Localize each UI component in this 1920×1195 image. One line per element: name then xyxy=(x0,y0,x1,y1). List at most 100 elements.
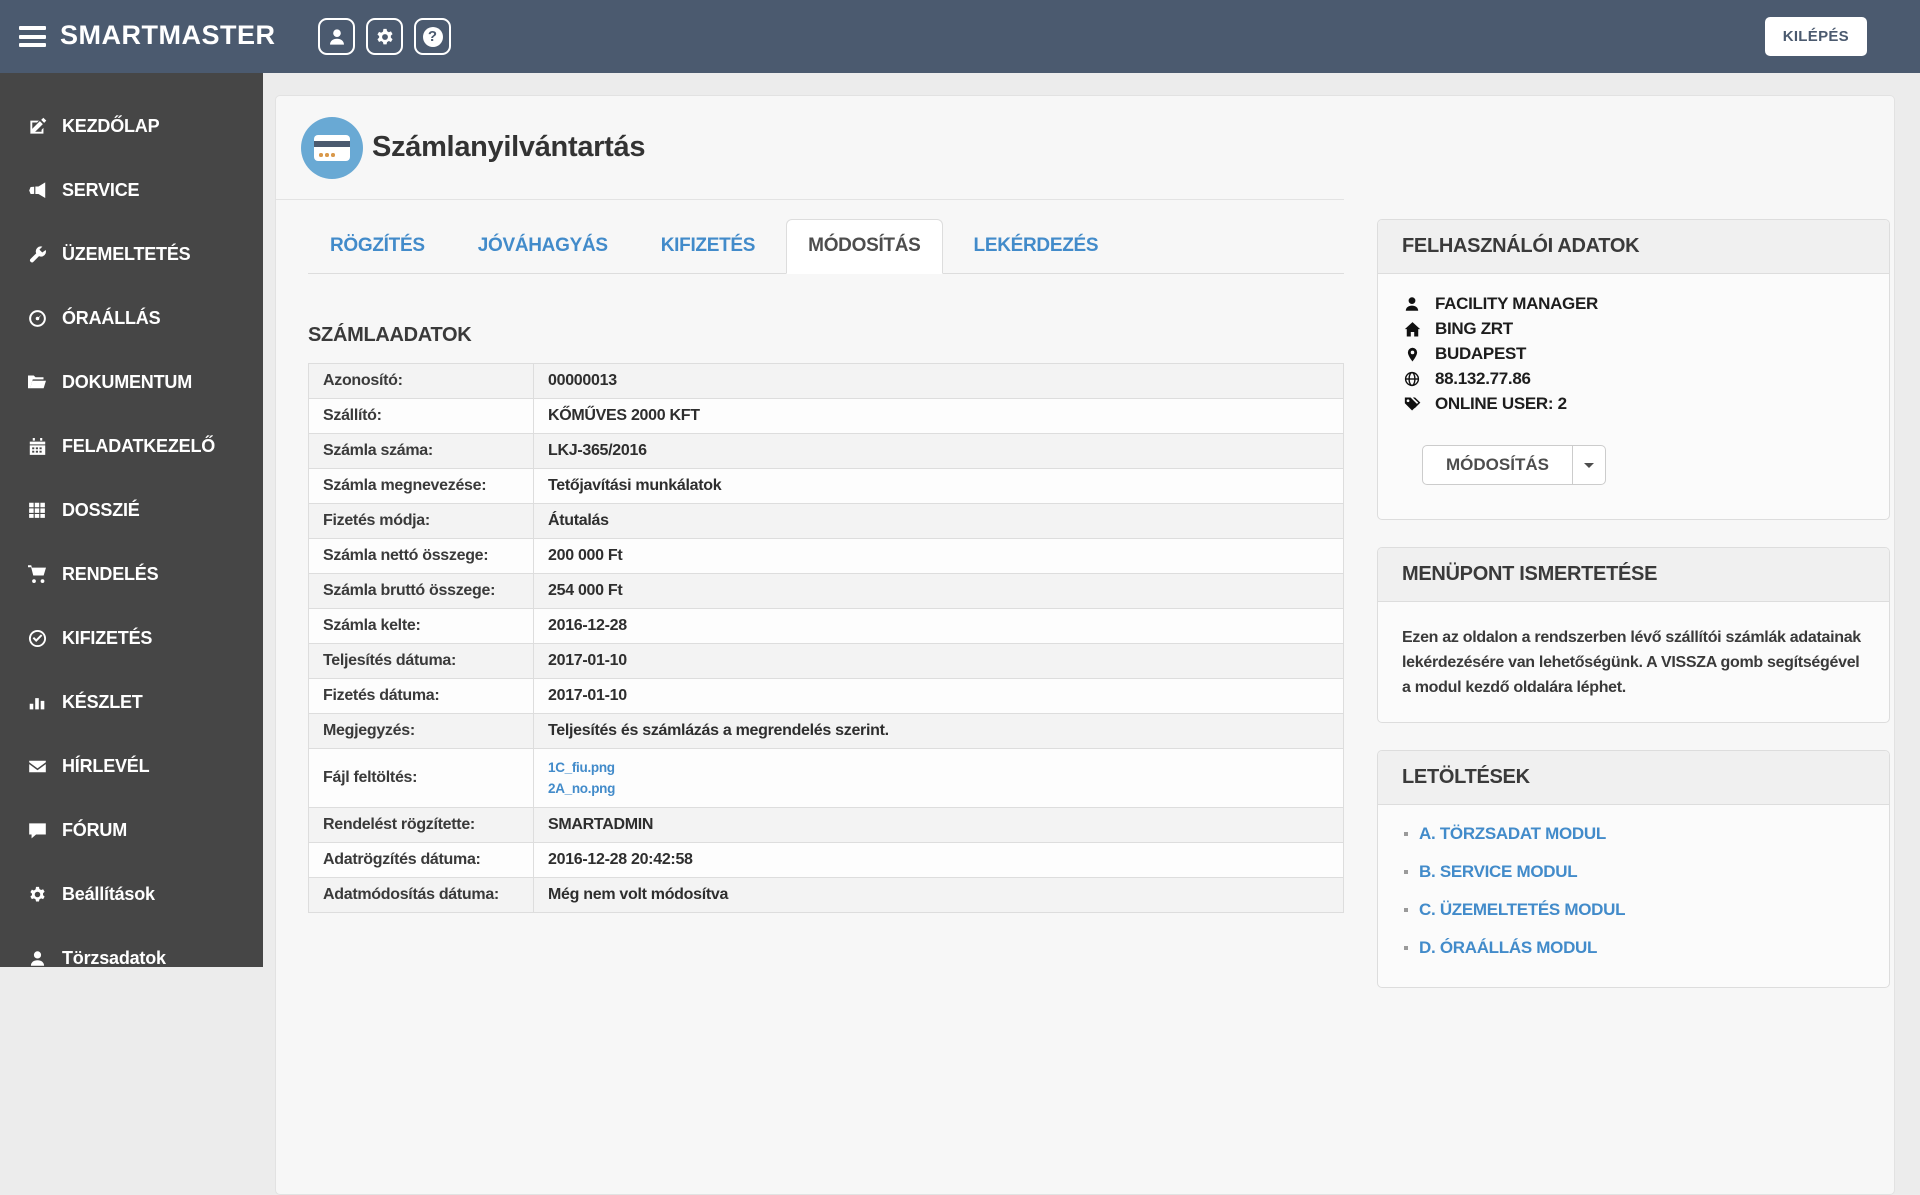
grid-icon xyxy=(26,501,48,519)
download-item: C. ÜZEMELTETÉS MODUL xyxy=(1402,891,1865,929)
question-icon: ? xyxy=(422,26,443,47)
downloads-panel-title: LETÖLTÉSEK xyxy=(1378,751,1889,806)
field-value-cell: 254 000 Ft xyxy=(533,573,1344,609)
top-header-bar: SMARTMASTER ? KILÉPÉS xyxy=(0,0,1920,73)
settings-button[interactable] xyxy=(366,18,403,55)
table-row: Teljesítés dátuma: 2017-01-10 xyxy=(308,643,1344,679)
user-icon xyxy=(26,950,48,967)
field-label-cell: Számla bruttó összege: xyxy=(308,573,534,609)
download-link-service[interactable]: B. SERVICE MODUL xyxy=(1419,862,1578,882)
table-row: Fizetés módja: Átutalás xyxy=(308,503,1344,539)
field-value-cell: 00000013 xyxy=(533,363,1344,399)
tab-rogzites[interactable]: RÖGZÍTÉS xyxy=(308,219,447,274)
field-label-cell: Adatrögzítés dátuma: xyxy=(308,842,534,878)
tags-icon xyxy=(1402,396,1422,413)
user-city-row: BUDAPEST xyxy=(1402,344,1865,364)
field-label-cell: Rendelést rögzítette: xyxy=(308,807,534,843)
sidebar-item-keszlet[interactable]: KÉSZLET xyxy=(0,670,263,734)
calendar-icon xyxy=(26,437,48,456)
sidebar-item-torzsadatok[interactable]: Törzsadatok xyxy=(0,926,263,990)
table-row: Számla bruttó összege: 254 000 Ft xyxy=(308,573,1344,609)
download-item: D. ÓRAÁLLÁS MODUL xyxy=(1402,929,1865,967)
bullet-icon xyxy=(1404,832,1408,837)
uploaded-file-link[interactable]: 2A_no.png xyxy=(548,778,1329,799)
field-label-cell: Fájl feltöltés: xyxy=(308,748,534,808)
downloads-panel: LETÖLTÉSEK A. TÖRZSADAT MODUL B. SERVICE… xyxy=(1377,750,1890,989)
user-role-row: FACILITY MANAGER xyxy=(1402,294,1865,314)
tab-lekerdezes[interactable]: LEKÉRDEZÉS xyxy=(952,219,1121,274)
field-label-cell: Fizetés módja: xyxy=(308,503,534,539)
field-label-cell: Számla nettó összege: xyxy=(308,538,534,574)
field-value-cell: SMARTADMIN xyxy=(533,807,1344,843)
sidebar-nav: KEZDŐLAP SERVICE ÜZEMELTETÉS ÓRAÁLLÁS DO… xyxy=(0,73,263,968)
folder-open-icon xyxy=(26,372,48,392)
table-row: Számla száma: LKJ-365/2016 xyxy=(308,433,1344,469)
field-label-cell: Szállító: xyxy=(308,398,534,434)
user-data-panel-title: FELHASZNÁLÓI ADATOK xyxy=(1378,220,1889,274)
sidebar-item-forum[interactable]: FÓRUM xyxy=(0,798,263,862)
download-link-uzemeltetes[interactable]: C. ÜZEMELTETÉS MODUL xyxy=(1419,900,1625,920)
megaphone-icon xyxy=(26,181,48,200)
menu-info-panel-title: MENÜPONT ISMERTETÉSE xyxy=(1378,548,1889,602)
comment-icon xyxy=(26,821,48,840)
sidebar-item-rendeles[interactable]: RENDELÉS xyxy=(0,542,263,606)
sidebar-item-hirlevel[interactable]: HÍRLEVÉL xyxy=(0,734,263,798)
section-title: SZÁMLAADATOK xyxy=(308,324,472,346)
sidebar-item-uzemeltetes[interactable]: ÜZEMELTETÉS xyxy=(0,222,263,286)
sidebar-item-dosszie[interactable]: DOSSZIÉ xyxy=(0,478,263,542)
field-label-cell: Fizetés dátuma: xyxy=(308,678,534,714)
tab-bar: RÖGZÍTÉS JÓVÁHAGYÁS KIFIZETÉS MÓDOSÍTÁS … xyxy=(308,219,1344,274)
field-value-cell: Teljesítés és számlázás a megrendelés sz… xyxy=(533,713,1344,749)
chevron-down-icon xyxy=(1583,462,1594,468)
tab-modositas[interactable]: MÓDOSÍTÁS xyxy=(786,219,943,274)
table-row: Fizetés dátuma: 2017-01-10 xyxy=(308,678,1344,714)
table-row: Rendelést rögzítette: SMARTADMIN xyxy=(308,807,1344,843)
logout-button[interactable]: KILÉPÉS xyxy=(1764,17,1867,56)
field-value-cell: KŐMŰVES 2000 KFT xyxy=(533,398,1344,434)
field-value-cell: Átutalás xyxy=(533,503,1344,539)
modify-split-button: MÓDOSÍTÁS xyxy=(1422,445,1606,485)
home-icon xyxy=(1402,321,1422,338)
download-item: A. TÖRZSADAT MODUL xyxy=(1402,815,1865,853)
field-value-cell: 2017-01-10 xyxy=(533,678,1344,714)
sidebar-item-oraallas[interactable]: ÓRAÁLLÁS xyxy=(0,286,263,350)
uploaded-file-link[interactable]: 1C_fiu.png xyxy=(548,757,1329,778)
sidebar-item-beallitasok[interactable]: Beállítások xyxy=(0,862,263,926)
bullet-icon xyxy=(1404,870,1408,875)
table-row: Azonosító: 00000013 xyxy=(308,363,1344,399)
table-row: Adatrögzítés dátuma: 2016-12-28 20:42:58 xyxy=(308,842,1344,878)
page-title: Számlanyilvántartás xyxy=(372,131,646,163)
profile-button[interactable] xyxy=(318,18,355,55)
user-icon xyxy=(1402,296,1422,312)
sidebar-item-service[interactable]: SERVICE xyxy=(0,158,263,222)
page-title-block: Számlanyilvántartás xyxy=(276,96,1344,200)
sidebar-item-kifizetes[interactable]: KIFIZETÉS xyxy=(0,606,263,670)
gear-icon xyxy=(376,28,394,46)
bar-chart-icon xyxy=(26,693,48,711)
sidebar-item-feladatkezelo[interactable]: FELADATKEZELŐ xyxy=(0,414,263,478)
sidebar-item-kezdolap[interactable]: KEZDŐLAP xyxy=(0,94,263,158)
field-label-cell: Számla száma: xyxy=(308,433,534,469)
field-value-cell: 200 000 Ft xyxy=(533,538,1344,574)
invoice-module-icon xyxy=(301,116,363,179)
field-value-cell: 1C_fiu.png 2A_no.png xyxy=(533,748,1344,808)
user-data-panel: FELHASZNÁLÓI ADATOK FACILITY MANAGER BIN… xyxy=(1377,219,1890,520)
wrench-icon xyxy=(26,245,48,264)
table-row: Megjegyzés: Teljesítés és számlázás a me… xyxy=(308,713,1344,749)
help-button[interactable]: ? xyxy=(414,18,451,55)
menu-toggle-icon[interactable] xyxy=(19,26,46,47)
download-link-oraallas[interactable]: D. ÓRAÁLLÁS MODUL xyxy=(1419,938,1597,958)
invoice-data-table: Azonosító: 00000013 Szállító: KŐMŰVES 20… xyxy=(308,363,1344,913)
modify-button[interactable]: MÓDOSÍTÁS xyxy=(1422,445,1573,485)
tab-jovahagyas[interactable]: JÓVÁHAGYÁS xyxy=(456,219,630,274)
download-link-torzsadat[interactable]: A. TÖRZSADAT MODUL xyxy=(1419,824,1606,844)
modify-dropdown-toggle[interactable] xyxy=(1572,445,1606,485)
cart-icon xyxy=(26,564,48,584)
table-row: Adatmódosítás dátuma: Még nem volt módos… xyxy=(308,877,1344,913)
field-label-cell: Számla megnevezése: xyxy=(308,468,534,504)
table-row: Számla megnevezése: Tetőjavítási munkála… xyxy=(308,468,1344,504)
sidebar-item-dokumentum[interactable]: DOKUMENTUM xyxy=(0,350,263,414)
check-circle-icon xyxy=(26,629,48,648)
tab-kifizetes[interactable]: KIFIZETÉS xyxy=(639,219,777,274)
menu-info-text: Ezen az oldalon a rendszerben lévő száll… xyxy=(1402,629,1861,696)
